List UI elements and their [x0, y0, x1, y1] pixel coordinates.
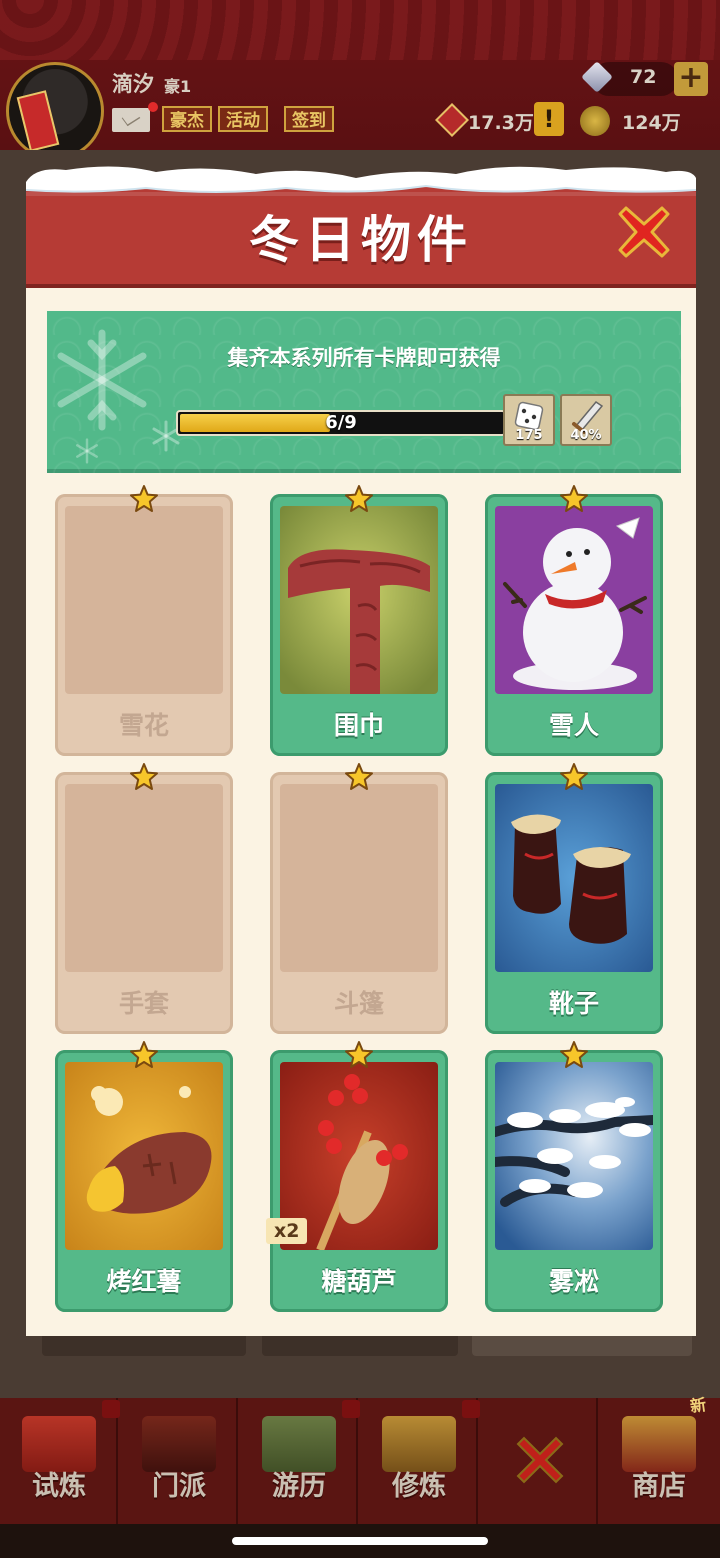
card-gloves[interactable]: 手套 [55, 763, 233, 1034]
bottom-nav: 试炼 门派 游历 修炼 商店 [0, 1398, 720, 1524]
coin-value: 124万 [622, 112, 681, 134]
card-count-badge: x2 [266, 1218, 308, 1244]
card-art [495, 1062, 653, 1250]
card-name: 雾凇 [548, 1267, 599, 1296]
home-indicator[interactable] [232, 1537, 488, 1545]
nav-sect[interactable]: 门派 [120, 1398, 238, 1524]
events-button[interactable]: 活动 [218, 106, 268, 132]
token-value: 17.3万 [468, 112, 534, 134]
card-art [495, 506, 653, 694]
card-name: 糖葫芦 [321, 1267, 397, 1296]
star-icon [130, 763, 158, 790]
new-badge: 新 [688, 1394, 708, 1417]
reward-label: 175 [515, 428, 543, 443]
player-avatar[interactable] [6, 62, 104, 160]
reward-item[interactable]: 40% [560, 394, 612, 446]
heroes-button[interactable]: 豪杰 [162, 106, 212, 132]
nav-cultivate[interactable]: 修炼 [360, 1398, 478, 1524]
add-gems-button[interactable]: + [674, 62, 708, 96]
cloud-pattern [0, 0, 720, 60]
nav-label: 游历 [272, 1471, 326, 1502]
card-scarf[interactable]: 围巾 [270, 485, 448, 756]
nav-dot [342, 1400, 360, 1418]
card-name: 雪花 [118, 711, 169, 740]
card-snowflake[interactable]: 雪花 [55, 485, 233, 756]
reward-label: 40% [570, 428, 602, 443]
close-icon [516, 1436, 564, 1484]
alert-button[interactable]: ! [534, 102, 564, 136]
star-icon [345, 485, 373, 512]
snowflake-small-icon [76, 438, 98, 464]
player-rank: 豪1 [164, 77, 192, 96]
checkin-button[interactable]: 签到 [284, 106, 334, 132]
card-boots[interactable]: 靴子 [485, 763, 663, 1034]
card-name: 斗篷 [333, 989, 384, 1018]
nav-dot [462, 1400, 480, 1418]
star-icon [345, 1041, 373, 1068]
gem-value: 72 [630, 66, 657, 88]
close-button[interactable] [612, 200, 676, 264]
nav-shop[interactable]: 商店 [600, 1398, 718, 1524]
star-icon [560, 485, 588, 512]
reward-item[interactable]: 175 [503, 394, 555, 446]
card-name: 靴子 [548, 989, 599, 1018]
notification-dot [148, 102, 158, 112]
star-icon [130, 1041, 158, 1068]
star-icon [560, 763, 588, 790]
card-name: 手套 [118, 989, 169, 1018]
star-icon [560, 1041, 588, 1068]
star-icon [345, 763, 373, 790]
card-sweet-potato[interactable]: 烤红薯 [55, 1041, 233, 1312]
coin-icon [580, 106, 610, 136]
card-art [280, 506, 438, 694]
card-art [495, 784, 653, 972]
progress-label: 6/9 [325, 412, 357, 433]
card-art [65, 784, 223, 972]
nav-label: 试炼 [32, 1471, 86, 1502]
card-name: 烤红薯 [106, 1267, 182, 1296]
player-name: 滴汐 [112, 72, 154, 96]
card-name: 围巾 [333, 711, 384, 740]
nav-label: 门派 [152, 1471, 206, 1502]
card-snowman[interactable]: 雪人 [485, 485, 663, 756]
avatar-plaque [16, 90, 60, 152]
mail-icon[interactable] [112, 108, 150, 132]
snow-cap [26, 166, 696, 193]
card-name: 雪人 [548, 711, 599, 740]
card-art [280, 784, 438, 972]
nav-label: 修炼 [392, 1471, 446, 1502]
star-icon [130, 485, 158, 512]
card-art [65, 1062, 223, 1250]
card-candied-haws[interactable]: 糖葫芦 x2 [266, 1041, 448, 1312]
nav-label: 商店 [632, 1471, 686, 1502]
card-rime[interactable]: 雾凇 [485, 1041, 663, 1312]
nav-travel[interactable]: 游历 [240, 1398, 358, 1524]
nav-dot [102, 1400, 120, 1418]
modal-title: 冬日物件 [249, 211, 473, 269]
card-cloak[interactable]: 斗篷 [270, 763, 448, 1034]
nav-trial[interactable]: 试炼 [0, 1398, 118, 1524]
card-art [65, 506, 223, 694]
collection-banner [47, 311, 681, 473]
collection-hint: 集齐本系列所有卡牌即可获得 [227, 346, 501, 370]
